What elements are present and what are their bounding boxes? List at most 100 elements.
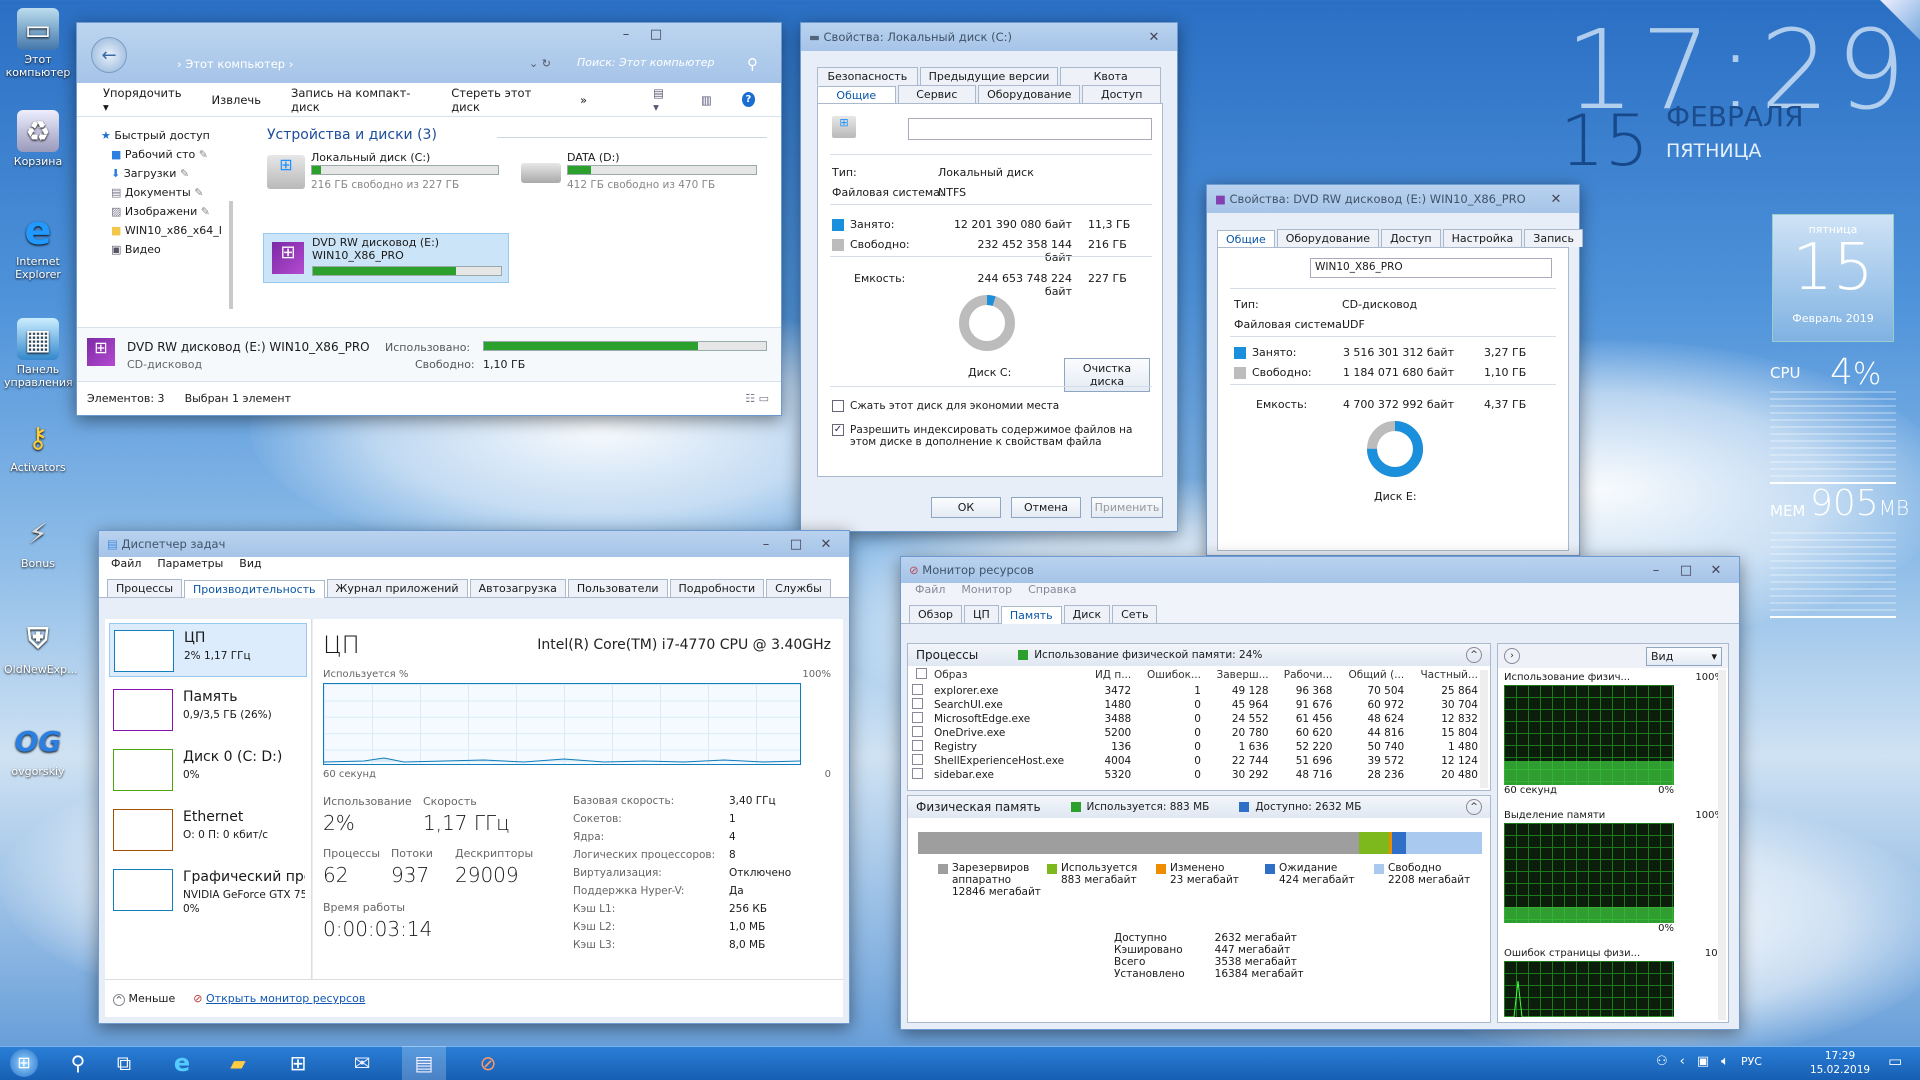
drive-label-input[interactable]: [908, 118, 1152, 140]
physical-memory-header[interactable]: Физическая память Используется: 883 МБ Д…: [908, 796, 1490, 818]
table-row[interactable]: sidebar.exe 5320 0 30 292 48 716 28 236 20 480: [912, 768, 1482, 782]
search-icon[interactable]: ⚲: [747, 55, 758, 73]
compress-checkbox[interactable]: [832, 400, 844, 412]
processes-header[interactable]: Процессы Использование физической памяти…: [908, 644, 1490, 666]
nav-downloads[interactable]: ⬇ Загрузки ✎: [87, 164, 245, 183]
c-row2-tab-3[interactable]: Доступ: [1082, 85, 1161, 103]
explorer-window[interactable]: ← – □ › Этот компьютер › ⌄ ↻ Поиск: Этот…: [76, 22, 782, 416]
calendar-gadget[interactable]: пятница 15 Февраль 2019: [1772, 214, 1894, 342]
table-row[interactable]: MicrosoftEdge.exe 3488 0 24 552 61 456 48 624…: [912, 712, 1482, 726]
c-row2-tab-2[interactable]: Оборудование: [978, 85, 1081, 103]
column-header[interactable]: Общий (...: [1336, 666, 1408, 684]
desktop-icon-oldnewexp[interactable]: ⛨ OldNewExp...: [4, 618, 78, 676]
c-row2-tab-1[interactable]: Сервис: [897, 85, 977, 103]
task-manager-window[interactable]: ▤ Диспетчер задач – □ ✕ Файл Параметры Вид…: [98, 530, 850, 1024]
e-tab-4[interactable]: Запись: [1524, 229, 1583, 247]
properties-e-window[interactable]: ■ Свойства: DVD RW дисковод (E:) WIN10_X…: [1206, 184, 1583, 556]
nav-quick-access[interactable]: ★ Быстрый доступ: [87, 127, 245, 145]
close-icon[interactable]: ✕: [1139, 30, 1169, 45]
table-row[interactable]: OneDrive.exe 5200 0 20 780 60 620 44 816 15 80…: [912, 726, 1482, 740]
tm-tab-2[interactable]: Журнал приложений: [326, 579, 468, 597]
c-row1-tab-0[interactable]: Безопасность: [817, 67, 918, 85]
collapse-icon[interactable]: ^: [1466, 799, 1482, 815]
e-label-input[interactable]: WIN10_X86_PRO: [1310, 258, 1552, 278]
eject-button[interactable]: Извлечь: [212, 93, 262, 107]
column-header[interactable]: Частный...: [1408, 666, 1482, 684]
expand-icon[interactable]: ›: [1504, 648, 1520, 664]
tm-tab-5[interactable]: Подробности: [669, 579, 765, 597]
close-icon[interactable]: ✕: [1541, 192, 1571, 207]
tm-tab-6[interactable]: Службы: [766, 579, 831, 597]
table-row[interactable]: ShellExperienceHost.exe 4004 0 22 744 51 696…: [912, 754, 1482, 768]
rm-menu-2[interactable]: Справка: [1028, 583, 1076, 603]
open-resource-monitor-link[interactable]: ⊘ Открыть монитор ресурсов: [193, 992, 365, 1005]
tm-tab-3[interactable]: Автозагрузка: [469, 579, 566, 597]
view-options-icon[interactable]: ▤ ▾: [653, 86, 671, 114]
e-tab-1[interactable]: Оборудование: [1276, 229, 1380, 247]
tm-menu-0[interactable]: Файл: [111, 557, 141, 575]
table-row[interactable]: explorer.exe 3472 1 49 128 96 368 70 504 25 86…: [912, 684, 1482, 698]
drive-c[interactable]: ⊞ Локальный диск (C:) 216 ГБ свободно из…: [263, 149, 503, 195]
view-dropdown[interactable]: Вид ▾: [1646, 646, 1722, 666]
collapse-icon[interactable]: ^: [1466, 647, 1482, 663]
perf-item-4[interactable]: Графический про NVIDIA GeForce GTX 75 0%: [109, 863, 307, 917]
start-button[interactable]: ⊞: [2, 1046, 46, 1080]
fewer-details-button[interactable]: ^ Меньше: [113, 992, 175, 1006]
column-header[interactable]: Ошибок...: [1135, 666, 1205, 684]
minimize-button[interactable]: –: [751, 537, 781, 552]
mail-icon[interactable]: ✉: [340, 1046, 384, 1080]
burn-button[interactable]: Запись на компакт-диск: [291, 86, 421, 114]
rm-menu-0[interactable]: Файл: [915, 583, 945, 603]
taskbar-clock[interactable]: 17:29 15.02.2019: [1800, 1049, 1880, 1077]
tm-tab-4[interactable]: Пользователи: [567, 579, 668, 597]
desktop-icon-bonus[interactable]: ⚡ Bonus: [4, 512, 72, 571]
maximize-button[interactable]: □: [641, 27, 671, 42]
preview-pane-icon[interactable]: ▥: [701, 93, 712, 107]
chevron-up-icon[interactable]: ‹: [1680, 1054, 1685, 1070]
column-header[interactable]: Рабочи...: [1273, 666, 1337, 684]
compress-option[interactable]: Сжать этот диск для экономии места: [832, 400, 1059, 412]
index-option[interactable]: ✓ Разрешить индексировать содержимое файл…: [832, 424, 1150, 448]
index-checkbox[interactable]: ✓: [832, 424, 844, 436]
search-input[interactable]: Поиск: Этот компьютер: [571, 53, 761, 75]
charts-scrollbar[interactable]: [1718, 670, 1726, 1020]
tm-menu-1[interactable]: Параметры: [157, 557, 223, 575]
network-icon[interactable]: ▣: [1697, 1054, 1709, 1070]
task-manager-taskbar-icon[interactable]: ▤: [402, 1046, 446, 1080]
back-arrow-icon[interactable]: ←: [91, 37, 127, 73]
rm-menu-1[interactable]: Монитор: [961, 583, 1012, 603]
drive-d[interactable]: DATA (D:) 412 ГБ свободно из 470 ГБ: [517, 149, 767, 195]
view-toggle-icon[interactable]: ☷ ▭: [745, 392, 769, 405]
volume-icon[interactable]: 🔈︎: [1721, 1054, 1729, 1070]
rm-tab-3[interactable]: Диск: [1063, 605, 1111, 623]
column-header[interactable]: Образ: [930, 666, 1085, 684]
row-checkbox[interactable]: [912, 698, 930, 712]
column-header[interactable]: Заверш...: [1205, 666, 1273, 684]
tm-tab-0[interactable]: Процессы: [107, 579, 183, 597]
desktop-icon-ie[interactable]: e Internet Explorer: [4, 208, 72, 281]
rm-tab-4[interactable]: Сеть: [1112, 605, 1158, 623]
notification-icon[interactable]: ▭: [1888, 1052, 1902, 1070]
close-icon[interactable]: ✕: [811, 537, 841, 552]
desktop-icon-control-panel[interactable]: ▦ Панель управления: [4, 318, 73, 389]
nav-desktop[interactable]: ■ Рабочий сто ✎: [87, 145, 245, 164]
more-button[interactable]: »: [580, 93, 587, 107]
select-all-checkbox[interactable]: [912, 666, 930, 684]
row-checkbox[interactable]: [912, 726, 930, 740]
processes-scrollbar[interactable]: [1480, 670, 1488, 788]
desktop-icon-this-pc[interactable]: ▭ Этот компьютер: [4, 8, 72, 79]
e-tab-2[interactable]: Доступ: [1381, 229, 1441, 247]
properties-c-window[interactable]: ▬ Свойства: Локальный диск (C:) ✕ Безопа…: [800, 22, 1178, 532]
row-checkbox[interactable]: [912, 740, 930, 754]
row-checkbox[interactable]: [912, 684, 930, 698]
minimize-button[interactable]: –: [611, 27, 641, 42]
search-icon[interactable]: ⚲: [56, 1046, 100, 1080]
address-bar[interactable]: › Этот компьютер ›: [177, 57, 293, 71]
drive-e[interactable]: ⊞ DVD RW дисковод (E:) WIN10_X86_PRO: [263, 233, 509, 283]
cancel-button[interactable]: Отмена: [1011, 497, 1081, 518]
perf-item-0[interactable]: ЦП 2% 1,17 ГГц: [109, 623, 307, 677]
erase-button[interactable]: Стереть этот диск: [451, 86, 550, 114]
desktop-icon-activators[interactable]: ⚷ Activators: [4, 416, 72, 475]
rm-tab-2[interactable]: Память: [1000, 606, 1062, 624]
store-icon[interactable]: ⊞: [276, 1046, 320, 1080]
